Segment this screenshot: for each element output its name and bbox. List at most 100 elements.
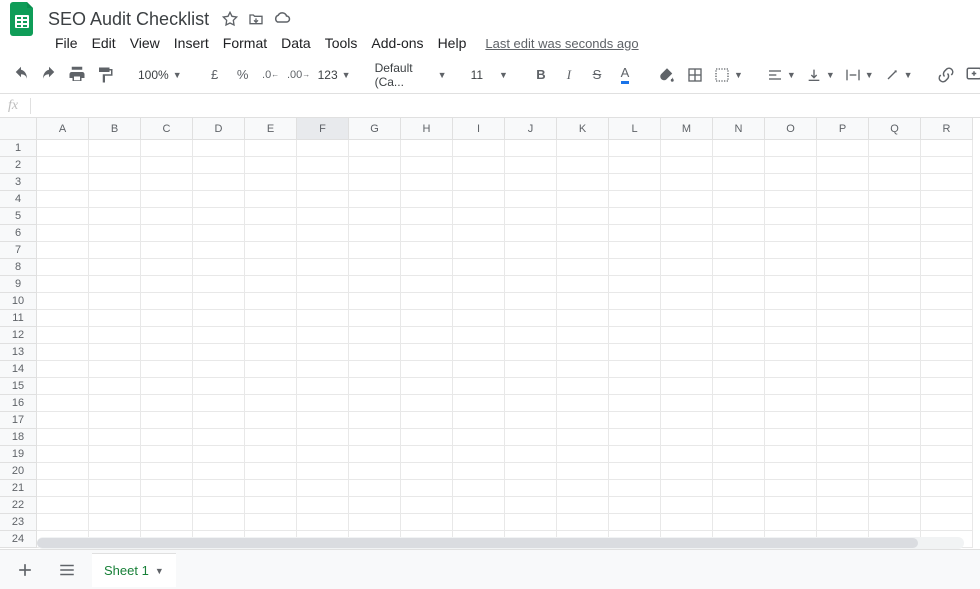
bold-button[interactable]: B <box>528 62 554 88</box>
cell[interactable] <box>557 259 609 276</box>
cell[interactable] <box>37 242 89 259</box>
cell[interactable] <box>141 242 193 259</box>
cell[interactable] <box>609 191 661 208</box>
cell[interactable] <box>401 480 453 497</box>
cell[interactable] <box>505 378 557 395</box>
row-header[interactable]: 10 <box>0 293 37 310</box>
cell[interactable] <box>869 497 921 514</box>
cell[interactable] <box>193 276 245 293</box>
print-button[interactable] <box>64 62 90 88</box>
cell[interactable] <box>37 429 89 446</box>
cell[interactable] <box>349 259 401 276</box>
menu-insert[interactable]: Insert <box>167 33 216 53</box>
cell[interactable] <box>89 310 141 327</box>
cell[interactable] <box>37 157 89 174</box>
borders-button[interactable] <box>682 62 708 88</box>
col-header[interactable]: R <box>921 118 973 140</box>
cell[interactable] <box>817 191 869 208</box>
cell[interactable] <box>609 361 661 378</box>
row-header[interactable]: 7 <box>0 242 37 259</box>
cell[interactable] <box>661 242 713 259</box>
cell[interactable] <box>297 191 349 208</box>
cell[interactable] <box>453 259 505 276</box>
cell[interactable] <box>661 327 713 344</box>
cell[interactable] <box>245 157 297 174</box>
cell[interactable] <box>141 276 193 293</box>
cell[interactable] <box>453 497 505 514</box>
cell[interactable] <box>453 463 505 480</box>
cell[interactable] <box>921 344 973 361</box>
cell[interactable] <box>349 191 401 208</box>
cell[interactable] <box>401 174 453 191</box>
cell[interactable] <box>557 446 609 463</box>
cell[interactable] <box>245 327 297 344</box>
cell[interactable] <box>297 140 349 157</box>
cell[interactable] <box>505 293 557 310</box>
cell[interactable] <box>713 361 765 378</box>
cell[interactable] <box>141 395 193 412</box>
cell[interactable] <box>869 361 921 378</box>
cell[interactable] <box>817 242 869 259</box>
cell[interactable] <box>505 208 557 225</box>
cell[interactable] <box>505 395 557 412</box>
cell[interactable] <box>765 412 817 429</box>
cell[interactable] <box>193 242 245 259</box>
cell[interactable] <box>765 208 817 225</box>
cell[interactable] <box>349 208 401 225</box>
row-header[interactable]: 18 <box>0 429 37 446</box>
cell[interactable] <box>505 259 557 276</box>
cell[interactable] <box>297 497 349 514</box>
cell[interactable] <box>609 327 661 344</box>
cell[interactable] <box>349 293 401 310</box>
cell[interactable] <box>297 276 349 293</box>
cell[interactable] <box>245 242 297 259</box>
cell[interactable] <box>869 191 921 208</box>
cell[interactable] <box>557 463 609 480</box>
col-header[interactable]: D <box>193 118 245 140</box>
cell[interactable] <box>245 276 297 293</box>
cell[interactable] <box>609 310 661 327</box>
merge-cells-button[interactable]: ▼ <box>710 63 747 87</box>
cell[interactable] <box>921 140 973 157</box>
cell[interactable] <box>37 293 89 310</box>
cell[interactable] <box>89 446 141 463</box>
cell[interactable] <box>89 463 141 480</box>
cell[interactable] <box>505 429 557 446</box>
cell[interactable] <box>817 140 869 157</box>
cell[interactable] <box>817 378 869 395</box>
cell[interactable] <box>609 276 661 293</box>
cell[interactable] <box>453 310 505 327</box>
cell[interactable] <box>401 310 453 327</box>
row-header[interactable]: 2 <box>0 157 37 174</box>
cell[interactable] <box>817 327 869 344</box>
cell[interactable] <box>453 140 505 157</box>
cell[interactable] <box>609 412 661 429</box>
cell[interactable] <box>661 378 713 395</box>
cell[interactable] <box>453 276 505 293</box>
cell[interactable] <box>37 514 89 531</box>
cell[interactable] <box>453 446 505 463</box>
cell[interactable] <box>297 480 349 497</box>
cell[interactable] <box>817 276 869 293</box>
col-header[interactable]: H <box>401 118 453 140</box>
sheets-logo-icon[interactable] <box>8 0 38 38</box>
row-header[interactable]: 13 <box>0 344 37 361</box>
cell[interactable] <box>661 412 713 429</box>
cell[interactable] <box>817 463 869 480</box>
cell[interactable] <box>193 361 245 378</box>
cell[interactable] <box>453 429 505 446</box>
cell[interactable] <box>921 242 973 259</box>
cell[interactable] <box>713 276 765 293</box>
cell[interactable] <box>817 514 869 531</box>
cell[interactable] <box>349 225 401 242</box>
row-header[interactable]: 17 <box>0 412 37 429</box>
cell[interactable] <box>193 514 245 531</box>
row-header[interactable]: 6 <box>0 225 37 242</box>
vertical-align-button[interactable]: ▼ <box>802 63 839 87</box>
cell[interactable] <box>297 174 349 191</box>
cell[interactable] <box>453 225 505 242</box>
insert-comment-button[interactable] <box>961 62 980 88</box>
cell[interactable] <box>89 327 141 344</box>
cell[interactable] <box>609 395 661 412</box>
cell[interactable] <box>401 378 453 395</box>
